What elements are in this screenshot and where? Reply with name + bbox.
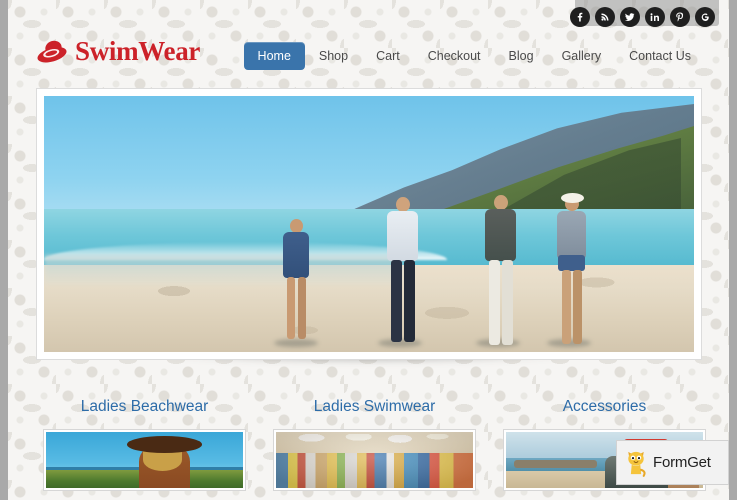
page-root: SwimWear Home Shop Cart Checkout Blog Ga… bbox=[0, 0, 737, 500]
nav-item-blog[interactable]: Blog bbox=[495, 42, 548, 70]
nav-item-cart[interactable]: Cart bbox=[362, 42, 414, 70]
left-page-edge bbox=[0, 0, 8, 500]
rss-icon[interactable] bbox=[595, 7, 615, 27]
social-bar bbox=[570, 7, 715, 27]
right-page-edge bbox=[729, 0, 737, 500]
formget-label: FormGet bbox=[653, 454, 711, 471]
swimwear-image bbox=[276, 432, 473, 488]
nav-item-gallery[interactable]: Gallery bbox=[548, 42, 616, 70]
pinterest-icon[interactable] bbox=[670, 7, 690, 27]
hero-person-1 bbox=[274, 218, 318, 347]
category-title: Ladies Swimwear bbox=[313, 398, 436, 415]
site-logo[interactable]: SwimWear bbox=[35, 36, 200, 66]
hero-sand-texture bbox=[44, 264, 694, 352]
main-nav: Home Shop Cart Checkout Blog Gallery Con… bbox=[243, 42, 705, 70]
category-thumbnail[interactable] bbox=[273, 429, 476, 491]
category-thumbnail[interactable] bbox=[43, 429, 246, 491]
category-title: Accessories bbox=[562, 398, 647, 415]
category-ladies-swimwear[interactable]: Ladies Swimwear bbox=[273, 398, 476, 491]
hero-person-2 bbox=[378, 196, 426, 347]
sun-hat-icon bbox=[35, 36, 69, 66]
hero-slider[interactable] bbox=[36, 88, 702, 360]
category-title: Ladies Beachwear bbox=[80, 398, 209, 415]
site-header: SwimWear Home Shop Cart Checkout Blog Ga… bbox=[8, 34, 729, 86]
cat-mascot-icon bbox=[624, 449, 648, 477]
site-canvas: SwimWear Home Shop Cart Checkout Blog Ga… bbox=[8, 0, 729, 500]
google-plus-icon[interactable] bbox=[695, 7, 715, 27]
nav-item-home[interactable]: Home bbox=[243, 42, 305, 70]
nav-item-shop[interactable]: Shop bbox=[305, 42, 362, 70]
formget-watermark[interactable]: FormGet bbox=[616, 440, 729, 485]
facebook-icon[interactable] bbox=[570, 7, 590, 27]
hero-person-3 bbox=[475, 194, 524, 347]
linkedin-icon[interactable] bbox=[645, 7, 665, 27]
category-ladies-beachwear[interactable]: Ladies Beachwear bbox=[43, 398, 246, 491]
site-title: SwimWear bbox=[75, 35, 201, 66]
hero-person-4 bbox=[547, 192, 595, 347]
beachwear-image bbox=[46, 432, 243, 488]
nav-item-contact-us[interactable]: Contact Us bbox=[615, 42, 705, 70]
hero-image bbox=[44, 96, 694, 352]
nav-item-checkout[interactable]: Checkout bbox=[414, 42, 495, 70]
twitter-icon[interactable] bbox=[620, 7, 640, 27]
